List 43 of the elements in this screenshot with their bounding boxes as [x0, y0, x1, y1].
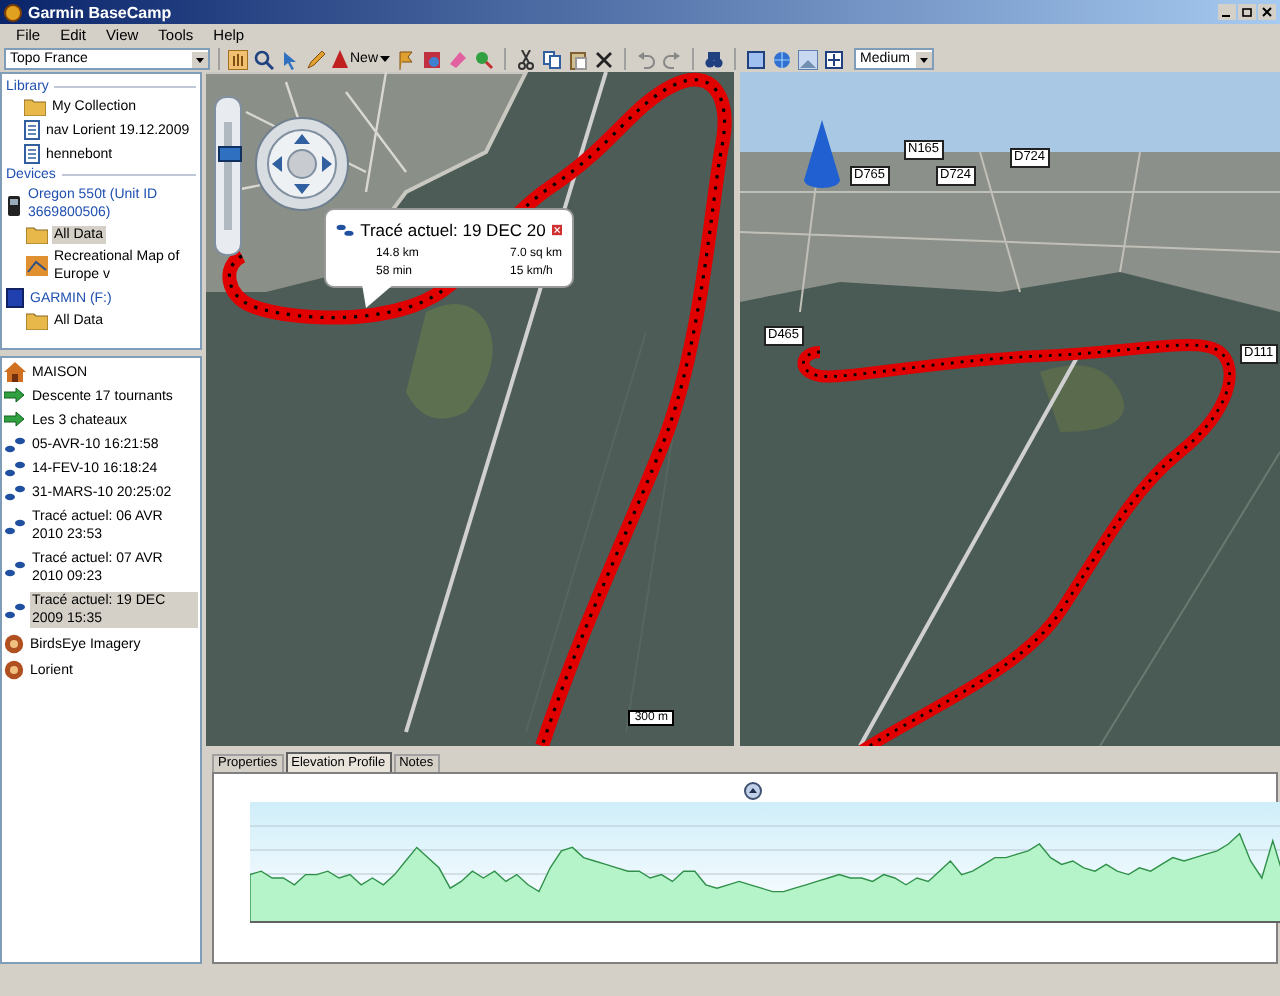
pin-icon[interactable]: [474, 49, 495, 69]
delete-icon[interactable]: [594, 49, 615, 69]
flag-icon[interactable]: [396, 49, 417, 69]
restore-button[interactable]: [1238, 4, 1256, 20]
document-icon: [24, 144, 40, 164]
app-logo-icon: [4, 3, 22, 21]
house-icon: [4, 362, 26, 382]
paste-icon[interactable]: [568, 49, 589, 69]
map-icon: [26, 256, 48, 276]
pointer-icon[interactable]: [280, 49, 300, 69]
folder-icon: [24, 98, 46, 116]
dropdown-arrow-icon[interactable]: [192, 51, 208, 67]
route-icon: [4, 388, 26, 406]
caret-icon: [380, 55, 391, 63]
collapse-button[interactable]: [744, 782, 762, 800]
route-icon: [4, 412, 26, 430]
folder-icon: [26, 226, 48, 244]
dropdown-arrow-icon[interactable]: [916, 51, 933, 67]
cut-icon[interactable]: [516, 49, 537, 69]
location-marker-icon: [804, 120, 840, 192]
card-icon: [6, 288, 24, 308]
folder-icon: [26, 312, 48, 330]
footprints-icon: [4, 559, 26, 577]
zoom-icon[interactable]: [254, 49, 274, 69]
footprints-icon: [4, 460, 26, 478]
close-button[interactable]: [1258, 4, 1276, 20]
zoom-slider[interactable]: [214, 96, 242, 256]
popup-title: Tracé actuel: 19 DEC 20: [360, 220, 546, 240]
footprints-icon: [4, 517, 26, 535]
minimize-button[interactable]: [1218, 4, 1236, 20]
document-icon: [24, 120, 40, 140]
footprints-icon: [4, 436, 26, 454]
square-view-icon[interactable]: [746, 49, 767, 69]
handheld-icon: [6, 193, 22, 215]
globe-view-icon[interactable]: [772, 49, 793, 69]
footprints-icon: [4, 484, 26, 502]
pan-control-drawing[interactable]: [254, 116, 350, 212]
triangle-icon: [332, 50, 348, 68]
copy-icon[interactable]: [542, 49, 563, 69]
footprints-icon: [4, 601, 26, 619]
fit-view-icon[interactable]: [824, 49, 845, 69]
binoculars-icon[interactable]: [704, 49, 725, 69]
window-title: Garmin BaseCamp: [28, 3, 174, 21]
